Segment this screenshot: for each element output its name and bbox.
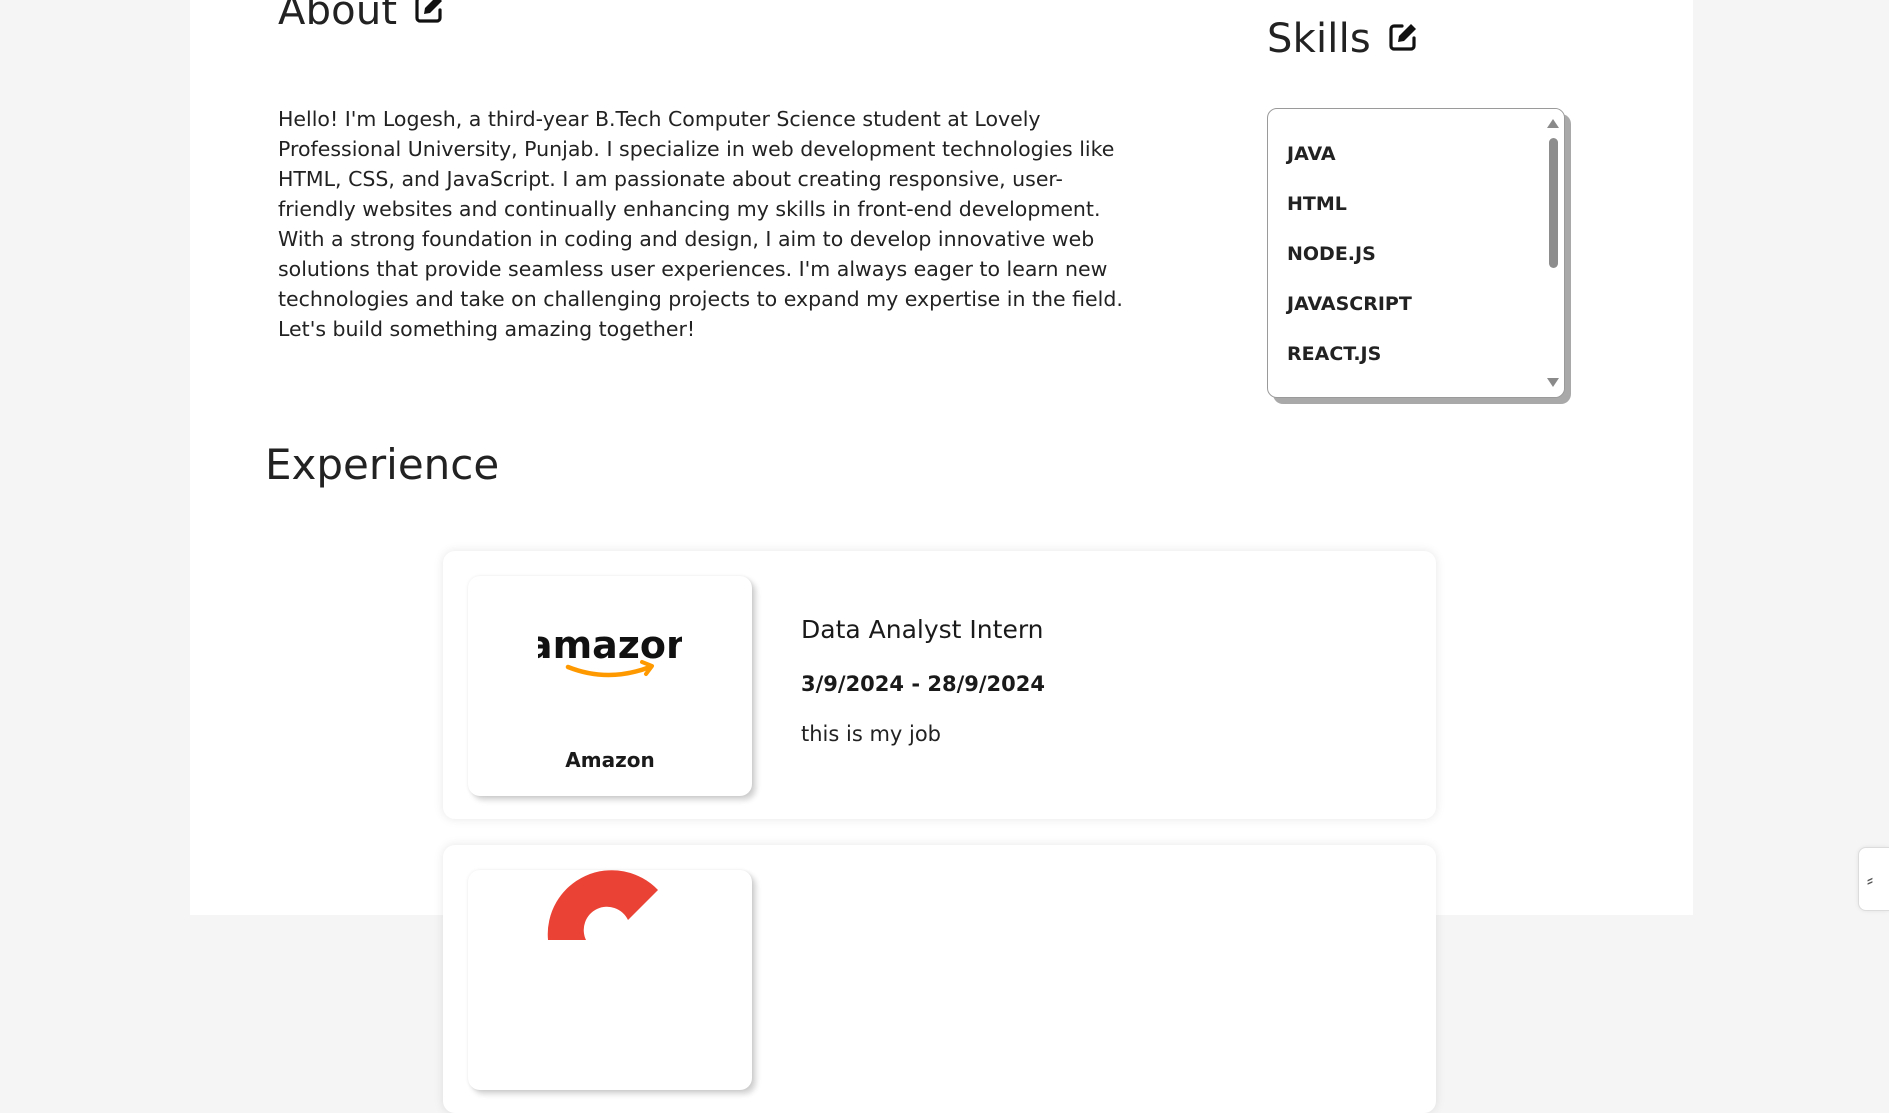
- about-heading: About: [278, 0, 445, 34]
- scroll-up-arrow-icon[interactable]: [1547, 119, 1559, 128]
- experience-card: amazon Amazon Data Analyst Intern 3/9/20…: [443, 551, 1436, 819]
- skill-item: HTML: [1287, 193, 1347, 215]
- job-description: this is my job: [801, 722, 942, 746]
- skills-title: Skills: [1267, 16, 1371, 62]
- company-logo-card: [468, 870, 752, 1090]
- company-name: Amazon: [565, 748, 655, 772]
- experience-card: [443, 845, 1436, 1113]
- about-text: Hello! I'm Logesh, a third-year B.Tech C…: [278, 107, 1123, 341]
- skills-list-box[interactable]: JAVA HTML NODE.JS JAVASCRIPT REACT.JS: [1267, 108, 1565, 398]
- scrollbar-thumb[interactable]: [1549, 138, 1558, 268]
- resize-handle-icon[interactable]: ⸗: [1867, 870, 1873, 891]
- skills-heading: Skills: [1267, 16, 1419, 62]
- edit-skills-icon[interactable]: [1387, 21, 1419, 57]
- content-panel: About Hello! I'm Logesh, a third-year B.…: [190, 0, 1693, 1113]
- job-role: Data Analyst Intern: [801, 615, 1044, 644]
- company-logo-card: amazon Amazon: [468, 576, 752, 796]
- amazon-logo-icon: amazon: [538, 623, 682, 678]
- experience-title: Experience: [265, 440, 500, 489]
- skill-item: JAVASCRIPT: [1287, 293, 1412, 315]
- about-title: About: [278, 0, 398, 34]
- side-resize-widget[interactable]: ⸗: [1858, 847, 1889, 911]
- amazon-logo-text: amazon: [538, 623, 682, 667]
- job-dates: 3/9/2024 - 28/9/2024: [801, 672, 1045, 696]
- skill-item: REACT.JS: [1287, 343, 1382, 365]
- google-logo-icon: [547, 870, 658, 940]
- skills-list: JAVA HTML NODE.JS JAVASCRIPT REACT.JS: [1268, 109, 1564, 393]
- scroll-down-arrow-icon[interactable]: [1547, 378, 1559, 387]
- skill-item: NODE.JS: [1287, 243, 1376, 265]
- edit-about-icon[interactable]: [413, 0, 445, 29]
- skills-scrollbar[interactable]: [1542, 109, 1564, 397]
- skill-item: JAVA: [1287, 143, 1336, 165]
